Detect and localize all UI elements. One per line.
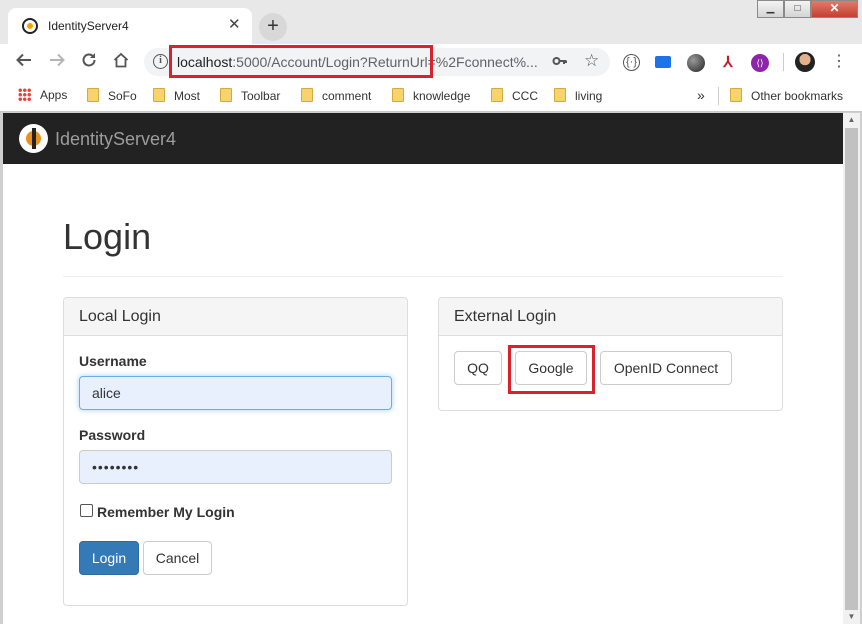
info-icon[interactable]: i xyxy=(153,54,168,69)
address-bar[interactable]: i localhost:5000/Account/Login?ReturnUrl… xyxy=(144,45,610,78)
maximize-button[interactable]: □ xyxy=(784,0,811,18)
browser-tab-strip: IdentityServer4 ✕ + ▁ □ ✕ xyxy=(0,0,862,44)
folder-icon xyxy=(220,88,232,102)
bookmark-ccc[interactable]: CCC xyxy=(491,88,538,104)
bookmark-label: Apps xyxy=(40,88,68,102)
login-button[interactable]: Login xyxy=(79,541,139,575)
profile-avatar[interactable] xyxy=(795,52,815,72)
bookmark-knowledge[interactable]: knowledge xyxy=(392,88,470,104)
password-input[interactable]: •••••••• xyxy=(79,450,392,484)
extension-code-icon[interactable]: {·} xyxy=(623,54,640,71)
bookmark-label: knowledge xyxy=(413,89,471,103)
password-label: Password xyxy=(79,427,146,443)
pdf-icon[interactable]: ⅄ xyxy=(719,54,737,72)
folder-icon xyxy=(87,88,99,102)
bookmark-comment[interactable]: comment xyxy=(301,88,371,104)
minimize-button[interactable]: ▁ xyxy=(757,0,784,18)
title-divider xyxy=(63,276,783,277)
bookmarks-overflow-chevron[interactable]: » xyxy=(697,88,705,104)
apps-grid-icon xyxy=(18,88,31,101)
google-annotation-box xyxy=(508,345,595,394)
folder-icon xyxy=(301,88,313,102)
username-label: Username xyxy=(79,353,147,369)
page-title: Login xyxy=(63,216,152,257)
qq-login-button[interactable]: QQ xyxy=(454,351,502,385)
extension-balls-icon[interactable] xyxy=(687,54,705,72)
key-icon[interactable] xyxy=(552,53,568,72)
bookmark-apps[interactable]: Apps xyxy=(18,88,67,104)
bookmarks-divider xyxy=(718,87,719,105)
bookmark-most[interactable]: Most xyxy=(153,88,200,104)
external-login-panel: External Login QQ Google OpenID Connect xyxy=(438,297,783,411)
bookmark-label: Other bookmarks xyxy=(751,89,844,103)
other-bookmarks[interactable]: Other bookmarks xyxy=(730,88,843,104)
identityserver-logo-icon[interactable] xyxy=(19,124,48,153)
bookmark-label: SoFo xyxy=(108,89,137,103)
folder-icon xyxy=(730,88,742,102)
username-input[interactable]: alice xyxy=(79,376,392,410)
tab-close-icon[interactable]: ✕ xyxy=(228,16,241,34)
panel-heading: External Login xyxy=(439,298,782,336)
folder-icon xyxy=(491,88,503,102)
reload-icon[interactable] xyxy=(78,51,100,73)
panel-heading: Local Login xyxy=(64,298,407,336)
bookmark-star-icon[interactable]: ☆ xyxy=(584,51,599,71)
bookmark-label: Toolbar xyxy=(241,89,281,103)
menu-kebab-icon[interactable]: ⋮ xyxy=(831,52,847,72)
cancel-button[interactable]: Cancel xyxy=(143,541,212,575)
url-annotation-box xyxy=(169,45,433,78)
toolbar-divider xyxy=(783,53,784,71)
window-controls: ▁ □ ✕ xyxy=(757,0,858,18)
scroll-up-arrow-icon[interactable]: ▲ xyxy=(843,113,860,127)
new-tab-button[interactable]: + xyxy=(259,13,287,41)
home-icon[interactable] xyxy=(110,51,132,73)
page-scrollbar[interactable]: ▲ ▼ xyxy=(843,113,860,624)
bookmark-toolbar[interactable]: Toolbar xyxy=(220,88,280,104)
local-login-heading: Local Login xyxy=(79,308,161,325)
bookmark-label: CCC xyxy=(512,89,538,103)
bookmark-label: comment xyxy=(322,89,372,103)
extension-purple-icon[interactable]: ⟨⟩ xyxy=(751,54,769,72)
site-brand[interactable]: IdentityServer4 xyxy=(55,129,176,150)
back-arrow-icon[interactable] xyxy=(13,51,35,73)
remember-me-label[interactable]: Remember My Login xyxy=(97,504,235,520)
openid-connect-login-button[interactable]: OpenID Connect xyxy=(600,351,732,385)
scroll-thumb[interactable] xyxy=(845,128,858,610)
folder-icon xyxy=(153,88,165,102)
external-login-heading: External Login xyxy=(454,308,557,325)
bookmark-sofo[interactable]: SoFo xyxy=(87,88,137,104)
close-window-button[interactable]: ✕ xyxy=(811,0,858,18)
browser-toolbar: i localhost:5000/Account/Login?ReturnUrl… xyxy=(0,44,862,80)
page-viewport: IdentityServer4 Login Local Login Userna… xyxy=(3,113,843,624)
scroll-down-arrow-icon[interactable]: ▼ xyxy=(843,610,860,624)
forward-arrow-icon[interactable] xyxy=(46,51,68,73)
site-navbar: IdentityServer4 xyxy=(3,113,843,164)
folder-icon xyxy=(392,88,404,102)
identityserver-favicon-icon xyxy=(22,18,38,34)
bookmark-label: Most xyxy=(174,89,201,103)
presentation-icon[interactable] xyxy=(655,56,671,68)
bookmarks-bar: Apps SoFo Most Toolbar comment knowledge… xyxy=(0,80,862,112)
browser-tab[interactable]: IdentityServer4 ✕ xyxy=(8,8,252,44)
local-login-panel: Local Login Username alice Password ••••… xyxy=(63,297,408,606)
remember-me-checkbox[interactable] xyxy=(80,504,93,517)
folder-icon xyxy=(554,88,566,102)
tab-title: IdentityServer4 xyxy=(48,19,129,33)
bookmark-living[interactable]: living xyxy=(554,88,602,104)
bookmark-label: living xyxy=(575,89,603,103)
